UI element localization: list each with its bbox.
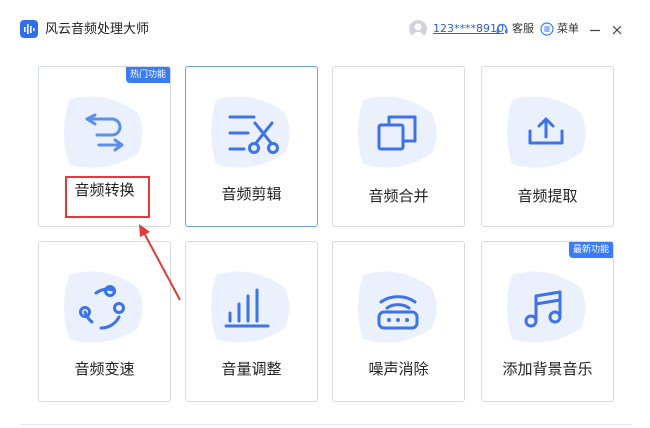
highlight-box xyxy=(65,176,150,218)
card-label: 音量调整 xyxy=(221,360,282,378)
card-audio-cut[interactable]: 音频剪辑 xyxy=(185,66,318,227)
minimize-button[interactable] xyxy=(588,22,602,36)
menu-label: 菜单 xyxy=(557,22,579,35)
bottom-divider xyxy=(20,424,632,425)
badge-new: 最新功能 xyxy=(568,242,613,258)
card-label: 音频提取 xyxy=(517,187,578,205)
menu-button[interactable]: 菜单 xyxy=(540,21,579,37)
minimize-icon xyxy=(590,29,600,32)
card-noise-removal[interactable]: 噪声消除 xyxy=(332,241,465,402)
avatar[interactable] xyxy=(409,20,427,38)
card-audio-extract[interactable]: 音频提取 xyxy=(481,66,614,227)
menu-icon xyxy=(540,22,554,36)
app-logo xyxy=(20,20,38,38)
title-bar: 风云音频处理大师 123****8910 客服 菜单 xyxy=(0,0,650,42)
customer-service-button[interactable]: 客服 xyxy=(495,21,534,37)
card-label: 音频变速 xyxy=(74,360,135,378)
user-id-link[interactable]: 123****8910 xyxy=(433,21,504,37)
badge-hot: 热门功能 xyxy=(125,67,170,83)
card-label: 音频合并 xyxy=(368,187,429,205)
card-audio-speed[interactable]: 音频变速 xyxy=(38,241,171,402)
card-label: 噪声消除 xyxy=(368,360,429,378)
card-add-background-music[interactable]: 添加背景音乐 最新功能 xyxy=(481,241,614,402)
card-label: 添加背景音乐 xyxy=(502,360,593,378)
close-button[interactable] xyxy=(610,22,624,36)
card-volume-adjust[interactable]: 音量调整 xyxy=(185,241,318,402)
service-label: 客服 xyxy=(512,22,534,35)
headset-icon xyxy=(496,23,508,34)
close-icon xyxy=(612,25,622,35)
card-audio-merge[interactable]: 音频合并 xyxy=(332,66,465,227)
app-title: 风云音频处理大师 xyxy=(45,22,150,37)
card-label: 音频剪辑 xyxy=(221,185,282,203)
